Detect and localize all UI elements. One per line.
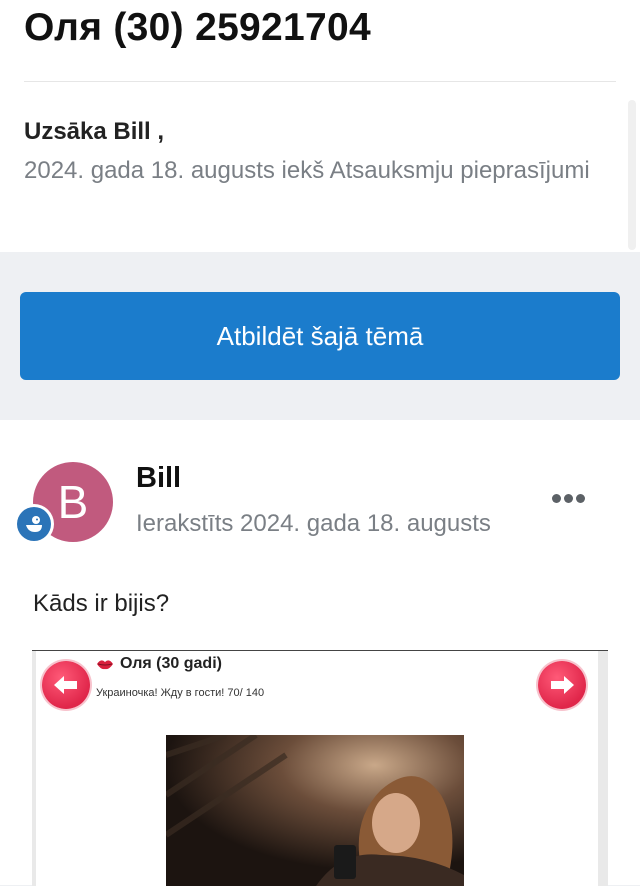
arrow-right-icon[interactable]: [538, 661, 586, 709]
post-date: Ierakstīts 2024. gada 18. augusts: [136, 510, 491, 537]
embed-subtitle: Украиночка! Жду в гости! 70/ 140: [96, 687, 265, 699]
page-title: Оля (30) 25921704: [24, 6, 371, 49]
embed-title-text: Оля (30 gadi): [120, 655, 222, 672]
lips-icon: [97, 660, 113, 670]
embedded-image[interactable]: Оля (30 gadi) Украиночка! Жду в гости! 7…: [32, 650, 608, 886]
arrow-left-icon[interactable]: [42, 661, 90, 709]
topic-starter: Uzsāka Bill ,: [24, 118, 165, 145]
avatar-letter: B: [57, 476, 89, 528]
profile-photo[interactable]: [166, 735, 464, 886]
post-content: Kāds ir bijis?: [33, 590, 170, 617]
divider: [24, 81, 616, 82]
embed-title: Оля (30 gadi): [96, 655, 222, 673]
scrollbar[interactable]: [628, 100, 636, 250]
rank-badge-icon: [14, 504, 54, 544]
topic-header: Оля (30) 25921704 Uzsāka Bill , 2024. ga…: [0, 0, 640, 252]
post: B Bill Ierakstīts 2024. gada 18. augusts…: [0, 420, 640, 886]
post-author[interactable]: Bill: [136, 462, 181, 495]
more-options-icon[interactable]: [548, 490, 588, 506]
reply-to-topic-button[interactable]: Atbildēt šajā tēmā: [20, 292, 620, 380]
topic-meta: 2024. gada 18. augusts iekš Atsauksmju p…: [24, 157, 590, 184]
